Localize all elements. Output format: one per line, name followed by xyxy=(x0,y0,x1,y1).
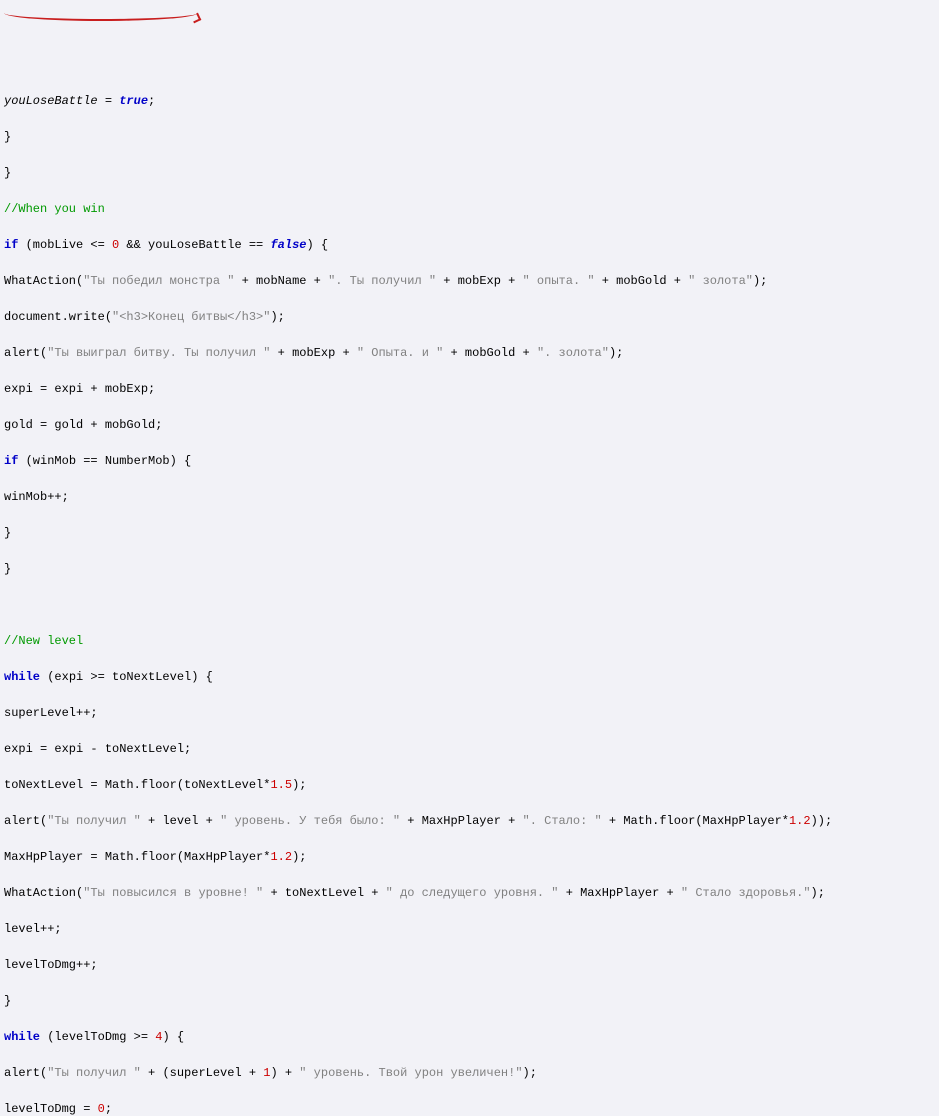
code-line: youLoseBattle = true; xyxy=(4,92,935,110)
code-line: } xyxy=(4,560,935,578)
keyword-while: while xyxy=(4,670,40,684)
code-line: } xyxy=(4,164,935,182)
code-line: expi = expi + mobExp; xyxy=(4,380,935,398)
code-line: expi = expi - toNextLevel; xyxy=(4,740,935,758)
keyword-while: while xyxy=(4,1030,40,1044)
code-line: MaxHpPlayer = Math.floor(MaxHpPlayer*1.2… xyxy=(4,848,935,866)
code-line: toNextLevel = Math.floor(toNextLevel*1.5… xyxy=(4,776,935,794)
code-line: WhatAction("Ты повысился в уровне! " + t… xyxy=(4,884,935,902)
code-line: level++; xyxy=(4,920,935,938)
code-line: alert("Ты получил " + level + " уровень.… xyxy=(4,812,935,830)
code-line: WhatAction("Ты победил монстра " + mobNa… xyxy=(4,272,935,290)
comment-line: //When you win xyxy=(4,200,935,218)
code-line: superLevel++; xyxy=(4,704,935,722)
code-line xyxy=(4,596,935,614)
code-line: if (mobLive <= 0 && youLoseBattle == fal… xyxy=(4,236,935,254)
code-line: alert("Ты выиграл битву. Ты получил " + … xyxy=(4,344,935,362)
comment-line: //New level xyxy=(4,632,935,650)
code-editor-content: youLoseBattle = true; } } //When you win… xyxy=(4,74,935,1116)
code-line: if (winMob == NumberMob) { xyxy=(4,452,935,470)
code-line: } xyxy=(4,524,935,542)
keyword-if: if xyxy=(4,454,18,468)
code-line: while (levelToDmg >= 4) { xyxy=(4,1028,935,1046)
red-underline-annotation xyxy=(4,13,198,21)
code-line: } xyxy=(4,992,935,1010)
bool-true: true xyxy=(119,94,148,108)
var-youLoseBattle: youLoseBattle xyxy=(4,94,98,108)
code-line: levelToDmg++; xyxy=(4,956,935,974)
code-line: alert("Ты получил " + (superLevel + 1) +… xyxy=(4,1064,935,1082)
code-line: document.write("<h3>Конец битвы</h3>"); xyxy=(4,308,935,326)
code-line: levelToDmg = 0; xyxy=(4,1100,935,1116)
keyword-if: if xyxy=(4,238,18,252)
code-line: while (expi >= toNextLevel) { xyxy=(4,668,935,686)
code-line: gold = gold + mobGold; xyxy=(4,416,935,434)
code-line: winMob++; xyxy=(4,488,935,506)
code-line: } xyxy=(4,128,935,146)
